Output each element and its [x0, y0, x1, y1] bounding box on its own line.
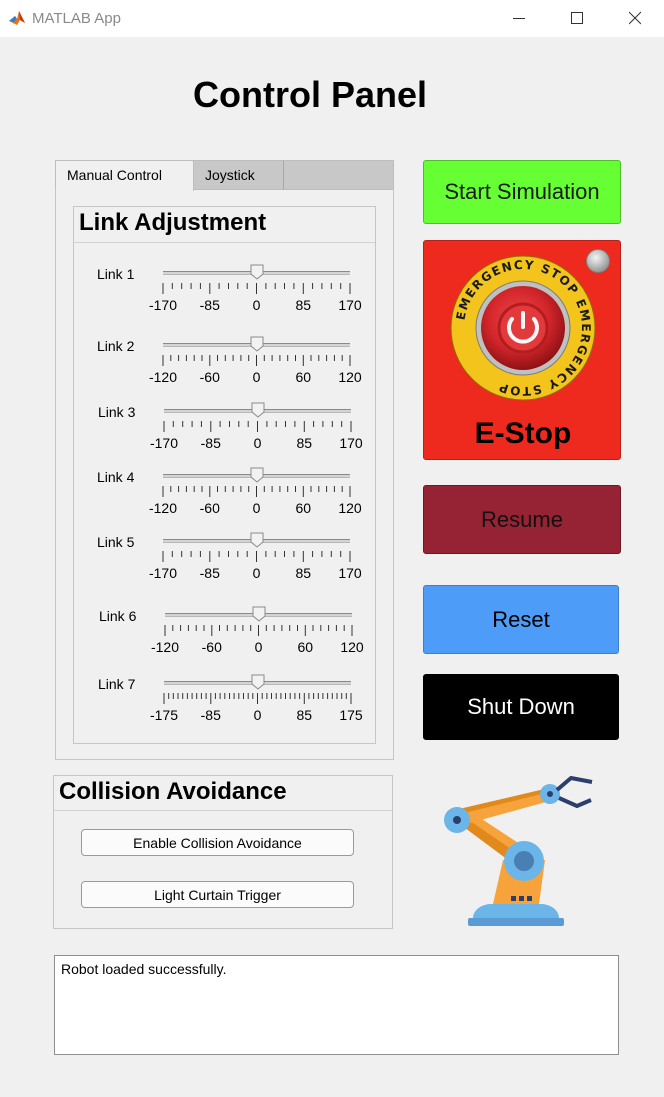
slider-tick-label: 120: [338, 369, 362, 385]
enable-collision-avoidance-label: Enable Collision Avoidance: [133, 834, 302, 851]
slider-tick-label: -120: [148, 369, 178, 385]
slider-thumb[interactable]: [250, 264, 264, 280]
slider-tick-label: 60: [295, 369, 312, 385]
slider-tick-label: -170: [148, 565, 178, 581]
reset-label: Reset: [492, 606, 550, 632]
slider-thumb[interactable]: [252, 606, 266, 622]
slider-label: Link 5: [97, 534, 135, 550]
slider-tick-label: 85: [295, 565, 312, 581]
slider-ticks: [163, 693, 352, 704]
close-icon: [629, 11, 641, 25]
slider-tick-label: -85: [200, 707, 221, 723]
matlab-membrane-icon: [9, 11, 25, 25]
window-titlebar: MATLAB App: [0, 0, 664, 37]
status-message: Robot loaded successfully.: [61, 961, 227, 977]
shutdown-button[interactable]: Shut Down: [423, 674, 619, 740]
slider-tick-label: -175: [149, 707, 179, 723]
light-curtain-trigger-button[interactable]: Light Curtain Trigger: [81, 881, 354, 908]
slider-thumb[interactable]: [250, 532, 264, 548]
slider-ticks: [163, 421, 352, 432]
slider-tick-label: 0: [252, 297, 261, 313]
slider-tick-label: -85: [200, 435, 221, 451]
slider-ticks: [162, 355, 351, 366]
slider-tick-label: -170: [149, 435, 179, 451]
slider-label: Link 6: [99, 608, 137, 624]
slider-tick-label: 60: [297, 639, 314, 655]
minimize-icon: [513, 18, 525, 19]
slider-tick-label: 0: [253, 707, 262, 723]
tab-strip: Manual Control Joystick: [55, 160, 394, 191]
slider-thumb[interactable]: [251, 402, 265, 418]
maximize-button[interactable]: [554, 6, 600, 30]
slider-tick-label: 0: [252, 500, 261, 516]
slider-thumb[interactable]: [250, 336, 264, 352]
resume-label: Resume: [481, 506, 563, 532]
slider-tick-label: 175: [339, 707, 363, 723]
slider-thumb[interactable]: [250, 467, 264, 483]
estop-label: E-Stop: [474, 417, 572, 450]
page-title: Control Panel: [192, 74, 428, 115]
tab-joystick[interactable]: Joystick: [194, 161, 284, 190]
slider-label: Link 7: [98, 676, 136, 692]
slider-tick-label: -85: [199, 297, 220, 313]
robot-arm-icon: [444, 776, 593, 926]
slider-tick-label: 120: [338, 500, 362, 516]
resume-button[interactable]: Resume: [423, 485, 621, 554]
slider-tick-label: 170: [339, 435, 363, 451]
slider-tick-label: -60: [199, 369, 220, 385]
estop-button[interactable]: EMERGENCY STOP EMERGENCY STOP E-Stop: [423, 240, 621, 460]
slider-label: Link 3: [98, 404, 136, 420]
link-adjustment-title: Link Adjustment: [79, 209, 267, 236]
slider-tick-label: -120: [150, 639, 180, 655]
slider-tick-label: 85: [296, 435, 313, 451]
start-simulation-button[interactable]: Start Simulation: [423, 160, 621, 224]
slider-tick-label: 85: [296, 707, 313, 723]
close-button[interactable]: [612, 6, 658, 30]
slider-tick-label: 0: [253, 435, 262, 451]
light-curtain-trigger-label: Light Curtain Trigger: [154, 886, 281, 903]
slider-ticks: [164, 625, 353, 636]
slider-tick-label: -170: [148, 297, 178, 313]
panel-divider: [54, 810, 392, 811]
emergency-stop-button-icon: EMERGENCY STOP EMERGENCY STOP: [450, 255, 596, 401]
slider-tick-label: 120: [340, 639, 364, 655]
slider-tick-label: 0: [254, 639, 263, 655]
slider-tick-label: -60: [201, 639, 222, 655]
slider-tick-label: -60: [199, 500, 220, 516]
panel-divider: [74, 242, 375, 243]
tab-manual-control[interactable]: Manual Control: [56, 161, 194, 191]
slider-tick-label: -85: [199, 565, 220, 581]
maximize-icon: [571, 12, 583, 24]
slider-tick-label: 60: [295, 500, 312, 516]
slider-ticks: [162, 551, 351, 562]
slider-label: Link 4: [97, 469, 135, 485]
enable-collision-avoidance-button[interactable]: Enable Collision Avoidance: [81, 829, 354, 856]
slider-tick-label: 85: [295, 297, 312, 313]
start-simulation-label: Start Simulation: [444, 179, 600, 204]
minimize-button[interactable]: [496, 6, 542, 30]
slider-label: Link 1: [97, 266, 135, 282]
status-log[interactable]: Robot loaded successfully.: [54, 955, 619, 1055]
window-title: MATLAB App: [32, 10, 121, 27]
slider-tick-label: 0: [252, 369, 261, 385]
slider-tick-label: 170: [338, 565, 362, 581]
collision-avoidance-title: Collision Avoidance: [59, 778, 287, 805]
slider-label: Link 2: [97, 338, 135, 354]
slider-ticks: [162, 283, 351, 294]
slider-tick-label: -120: [148, 500, 178, 516]
slider-thumb[interactable]: [251, 674, 265, 690]
shutdown-label: Shut Down: [467, 694, 575, 719]
slider-tick-label: 170: [338, 297, 362, 313]
reset-button[interactable]: Reset: [423, 585, 619, 654]
slider-tick-label: 0: [252, 565, 261, 581]
slider-ticks: [162, 486, 351, 497]
